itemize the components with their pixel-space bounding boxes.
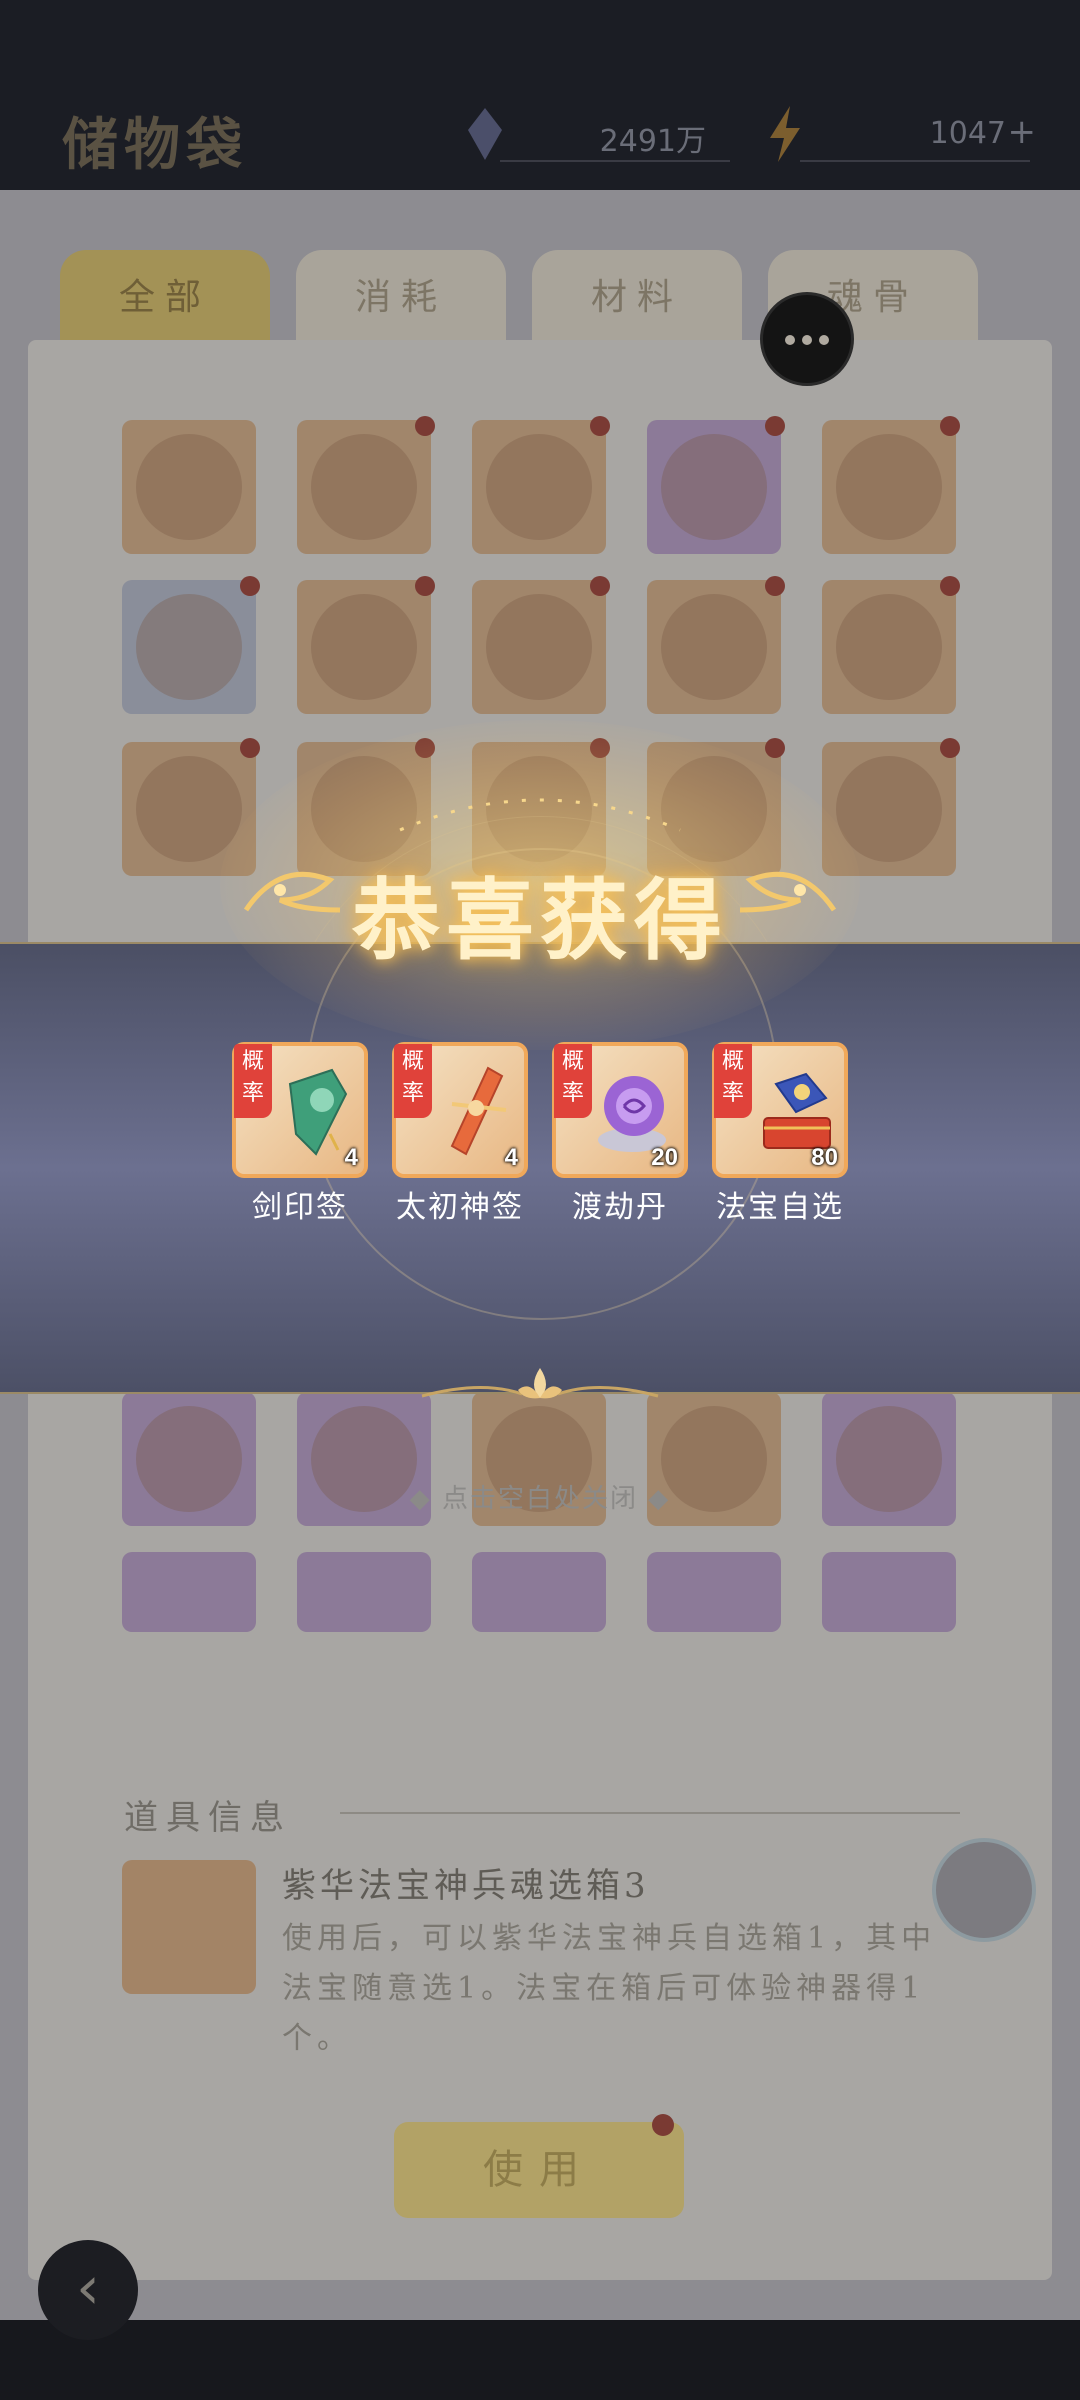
item-count: 4 — [344, 1144, 358, 1171]
reward-popup[interactable]: 恭喜获得 概率 4 剑印签 概率 4 太初神签 概率 20 渡劫丹 概率 80 … — [0, 0, 1080, 2400]
item-count: 20 — [651, 1144, 678, 1171]
reward-item[interactable]: 概率 4 — [232, 1042, 368, 1178]
reward-item-name: 渡劫丹 — [572, 1190, 668, 1225]
close-hint[interactable]: ◆ 点击空白处关闭 ◆ — [0, 1478, 1080, 1515]
reward-item-name: 法宝自选 — [716, 1190, 844, 1225]
congrats-title: 恭喜获得 — [351, 868, 728, 972]
probability-badge: 概率 — [714, 1044, 752, 1118]
probability-badge: 概率 — [234, 1044, 272, 1118]
probability-badge: 概率 — [554, 1044, 592, 1118]
reward-item[interactable]: 概率 80 — [712, 1042, 848, 1178]
diamond-icon: ◆ — [648, 1484, 671, 1514]
diamond-icon: ◆ — [409, 1484, 432, 1514]
item-count: 4 — [504, 1144, 518, 1171]
lotus-ornament-icon — [421, 1368, 659, 1399]
item-count: 80 — [811, 1144, 838, 1171]
reward-item[interactable]: 概率 20 — [552, 1042, 688, 1178]
probability-badge: 概率 — [394, 1044, 432, 1118]
reward-item[interactable]: 概率 4 — [392, 1042, 528, 1178]
reward-item-name: 太初神签 — [396, 1190, 524, 1225]
reward-item-name: 剑印签 — [252, 1190, 348, 1225]
